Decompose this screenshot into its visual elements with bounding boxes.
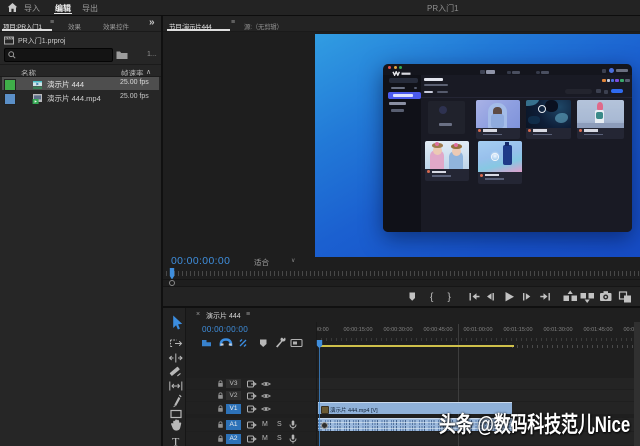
svg-text:T: T (172, 435, 180, 446)
svg-text:}: } (448, 292, 452, 303)
svg-text:{: { (430, 292, 434, 303)
